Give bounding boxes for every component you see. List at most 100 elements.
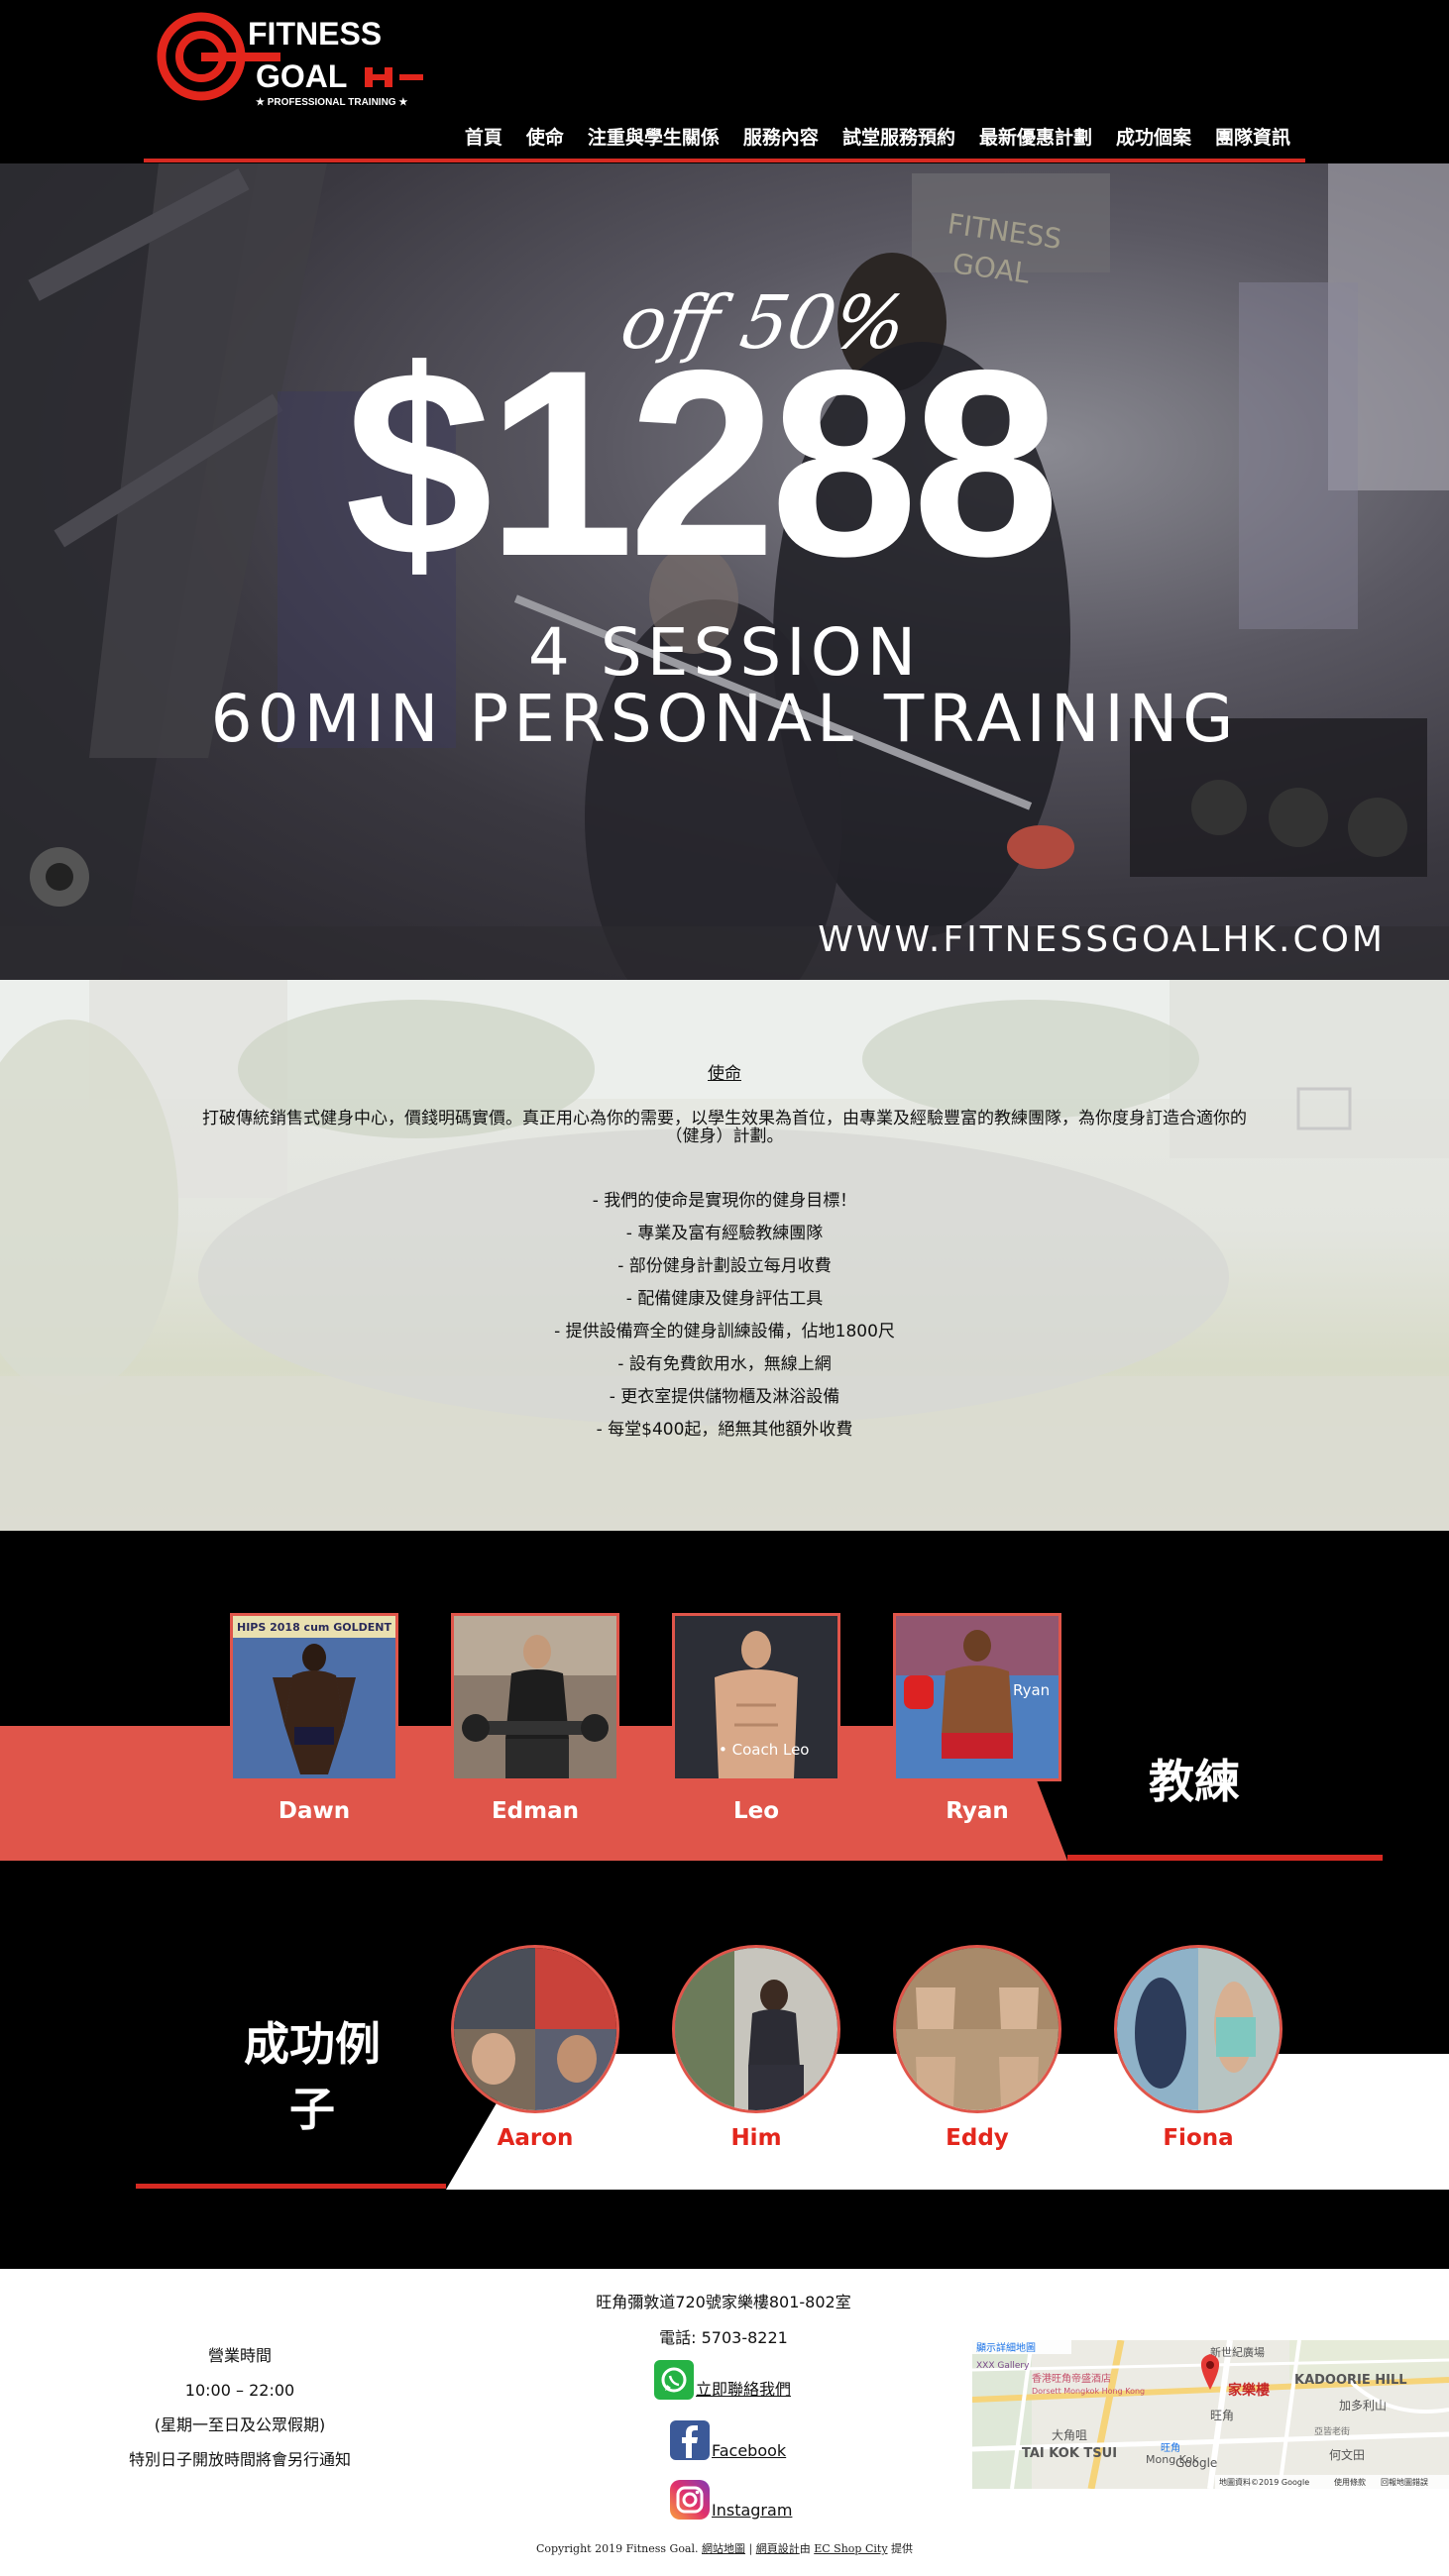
svg-text:Google: Google	[1175, 2456, 1217, 2470]
svg-text:何文田: 何文田	[1329, 2447, 1365, 2462]
case-photo-aaron[interactable]	[451, 1945, 619, 2113]
nav-services[interactable]: 服務內容	[743, 123, 819, 150]
whatsapp-label[interactable]: 立即聯絡我們	[696, 2376, 791, 2400]
ec-shop-city-link[interactable]: EC Shop City	[814, 2542, 887, 2555]
case-photo-eddy[interactable]	[893, 1945, 1061, 2113]
svg-text:使用條款: 使用條款	[1334, 2477, 1366, 2487]
mission-point: - 每堂$400起，絕無其他額外收費	[596, 1420, 853, 1440]
nav-trial-booking[interactable]: 試堂服務預約	[842, 123, 955, 150]
hours-days: (星期一至日及公眾假期)	[154, 2415, 326, 2434]
facebook-link[interactable]: Facebook	[670, 2420, 786, 2460]
hero-sessions: 4 SESSION	[527, 614, 922, 691]
svg-text:新世紀廣場: 新世紀廣場	[1210, 2345, 1265, 2359]
coach-card-dawn[interactable]: HIPS 2018 cum GOLDENT	[230, 1613, 398, 1781]
case-image-fiona	[1117, 1948, 1280, 2110]
case-name-him[interactable]: Him	[672, 2125, 840, 2151]
case-name-aaron[interactable]: Aaron	[451, 2125, 619, 2151]
svg-text:家樂樓: 家樂樓	[1228, 2382, 1270, 2399]
whatsapp-link[interactable]: 立即聯絡我們	[654, 2360, 791, 2400]
instagram-icon	[670, 2480, 710, 2520]
coaches-title: 教練	[1149, 1755, 1240, 1808]
address-text: 旺角彌敦道720號家樂樓801-802室	[596, 2293, 851, 2311]
hours-time: 10:00 – 22:00	[184, 2381, 295, 2400]
svg-text:香港旺角帝盛酒店: 香港旺角帝盛酒店	[1032, 2372, 1111, 2385]
success-title-line: 成功例	[244, 2017, 381, 2071]
logo-tagline: ★ PROFESSIONAL TRAINING ★	[256, 97, 407, 108]
copyright-separator: |	[748, 2542, 753, 2555]
svg-text:大角咀: 大角咀	[1052, 2428, 1087, 2442]
site-header: FITNESS GOAL ★ PROFESSIONAL TRAINING ★ 首…	[0, 0, 1449, 163]
case-photo-fiona[interactable]	[1114, 1945, 1282, 2113]
nav-underline	[144, 159, 1305, 162]
mission-point: - 專業及富有經驗教練團隊	[625, 1224, 824, 1243]
coach-photo-caption: HIPS 2018 cum GOLDENT	[237, 1621, 391, 1634]
mission-point: - 設有免費飲用水，無線上網	[617, 1354, 832, 1374]
case-name-fiona[interactable]: Fiona	[1114, 2125, 1282, 2151]
coach-photo-ryan: Ryan	[896, 1616, 1059, 1778]
mission-section: 使命 打破傳統銷售式健身中心，價錢明碼實價。真正用心為你的需要，以學生效果為首位…	[0, 980, 1449, 1531]
case-image-aaron	[454, 1948, 616, 2110]
hours-title: 營業時間	[207, 2346, 272, 2365]
coach-photo-caption: • Coach Leo	[719, 1741, 809, 1759]
coach-name-leo[interactable]: Leo	[672, 1798, 840, 1824]
nav-success-cases[interactable]: 成功個案	[1116, 123, 1191, 150]
nav-student-relations[interactable]: 注重與學生關係	[588, 123, 720, 150]
coach-photo-caption: Ryan	[1013, 1681, 1050, 1699]
nav-team[interactable]: 團隊資訊	[1215, 123, 1290, 150]
coach-photo-dawn: HIPS 2018 cum GOLDENT	[233, 1616, 395, 1778]
facebook-icon	[670, 2420, 710, 2460]
opening-hours: 營業時間 10:00 – 22:00 (星期一至日及公眾假期) 特別日子開放時間…	[111, 2338, 369, 2477]
success-cases-title: 成功例 子	[218, 2011, 406, 2142]
facebook-label[interactable]: Facebook	[712, 2441, 786, 2460]
coach-card-edman[interactable]	[451, 1613, 619, 1781]
mission-description: 打破傳統銷售式健身中心，價錢明碼實價。真正用心為你的需要，以學生效果為首位，由專…	[202, 1109, 1247, 1146]
mission-point: - 配備健康及健身評估工具	[625, 1289, 824, 1309]
mission-point: - 部份健身計劃設立每月收費	[617, 1256, 832, 1276]
svg-text:加多利山: 加多利山	[1339, 2399, 1387, 2413]
location-map[interactable]: 顯示詳細地圖 XXX Gallery 香港旺角帝盛酒店 Dorsett Mong…	[972, 2340, 1449, 2489]
fitness-goal-logo[interactable]: FITNESS GOAL ★ PROFESSIONAL TRAINING ★	[157, 10, 429, 109]
hero-website-url: WWW.FITNESSGOALHK.COM	[818, 919, 1386, 960]
copyright-text: Copyright 2019 Fitness Goal.	[535, 2542, 699, 2555]
coach-name-ryan[interactable]: Ryan	[893, 1798, 1061, 1824]
case-name-eddy[interactable]: Eddy	[893, 2125, 1061, 2151]
coach-card-ryan[interactable]: Ryan	[893, 1613, 1061, 1781]
phone-text: 電話: 5703-8221	[659, 2328, 788, 2347]
coach-card-leo[interactable]: • Coach Leo	[672, 1613, 840, 1781]
nav-home[interactable]: 首頁	[465, 123, 502, 150]
hero-price: $1288	[345, 314, 1059, 611]
success-title-line: 子	[289, 2083, 335, 2136]
svg-text:XXX Gallery: XXX Gallery	[976, 2361, 1030, 2371]
hero-banner: FITNESS GOAL off 50% $1288 4 SESSION 60M…	[0, 163, 1449, 980]
web-design-link[interactable]: 網頁設計	[756, 2542, 800, 2555]
svg-text:Dorsett Mongkok Hong Kong: Dorsett Mongkok Hong Kong	[1032, 2387, 1145, 2396]
coach-name-dawn[interactable]: Dawn	[230, 1798, 398, 1824]
map-image: 顯示詳細地圖 XXX Gallery 香港旺角帝盛酒店 Dorsett Mong…	[972, 2340, 1449, 2489]
case-image-eddy	[896, 1948, 1059, 2110]
copyright: Copyright 2019 Fitness Goal. 網站地圖 | 網頁設計…	[0, 2540, 1449, 2556]
nav-offers[interactable]: 最新優惠計劃	[979, 123, 1092, 150]
copyright-provided: 提供	[891, 2542, 914, 2555]
svg-text:地圖資料©2019 Google: 地圖資料©2019 Google	[1219, 2477, 1309, 2487]
svg-text:旺角: 旺角	[1210, 2409, 1234, 2422]
logo-text-goal: GOAL	[256, 58, 347, 94]
svg-text:旺角: 旺角	[1161, 2442, 1180, 2454]
hours-note: 特別日子開放時間將會另行通知	[128, 2450, 351, 2469]
mission-points-list: - 我們的使命是實現你的健身目標！ - 專業及富有經驗教練團隊 - 部份健身計劃…	[0, 1185, 1449, 1447]
mission-point: - 我們的使命是實現你的健身目標！	[592, 1191, 857, 1211]
coach-photo-leo: • Coach Leo	[675, 1616, 837, 1778]
sitemap-link[interactable]: 網站地圖	[702, 2542, 745, 2555]
mission-content: 使命 打破傳統銷售式健身中心，價錢明碼實價。真正用心為你的需要，以學生效果為首位…	[0, 1059, 1449, 1447]
main-nav: 首頁 使命 注重與學生關係 服務內容 試堂服務預約 最新優惠計劃 成功個案 團隊…	[441, 123, 1290, 150]
instagram-link[interactable]: Instagram	[670, 2480, 792, 2520]
svg-text:回報地圖錯誤: 回報地圖錯誤	[1381, 2477, 1428, 2487]
svg-text:亞皆老街: 亞皆老街	[1314, 2425, 1350, 2437]
nav-mission[interactable]: 使命	[526, 123, 564, 150]
logo-text-fitness: FITNESS	[248, 16, 382, 52]
case-photo-him[interactable]	[672, 1945, 840, 2113]
coach-name-edman[interactable]: Edman	[451, 1798, 619, 1824]
case-image-him	[675, 1948, 837, 2110]
copyright-by: 由	[799, 2542, 811, 2555]
instagram-label[interactable]: Instagram	[712, 2501, 792, 2520]
coach-photo-edman	[454, 1616, 616, 1778]
